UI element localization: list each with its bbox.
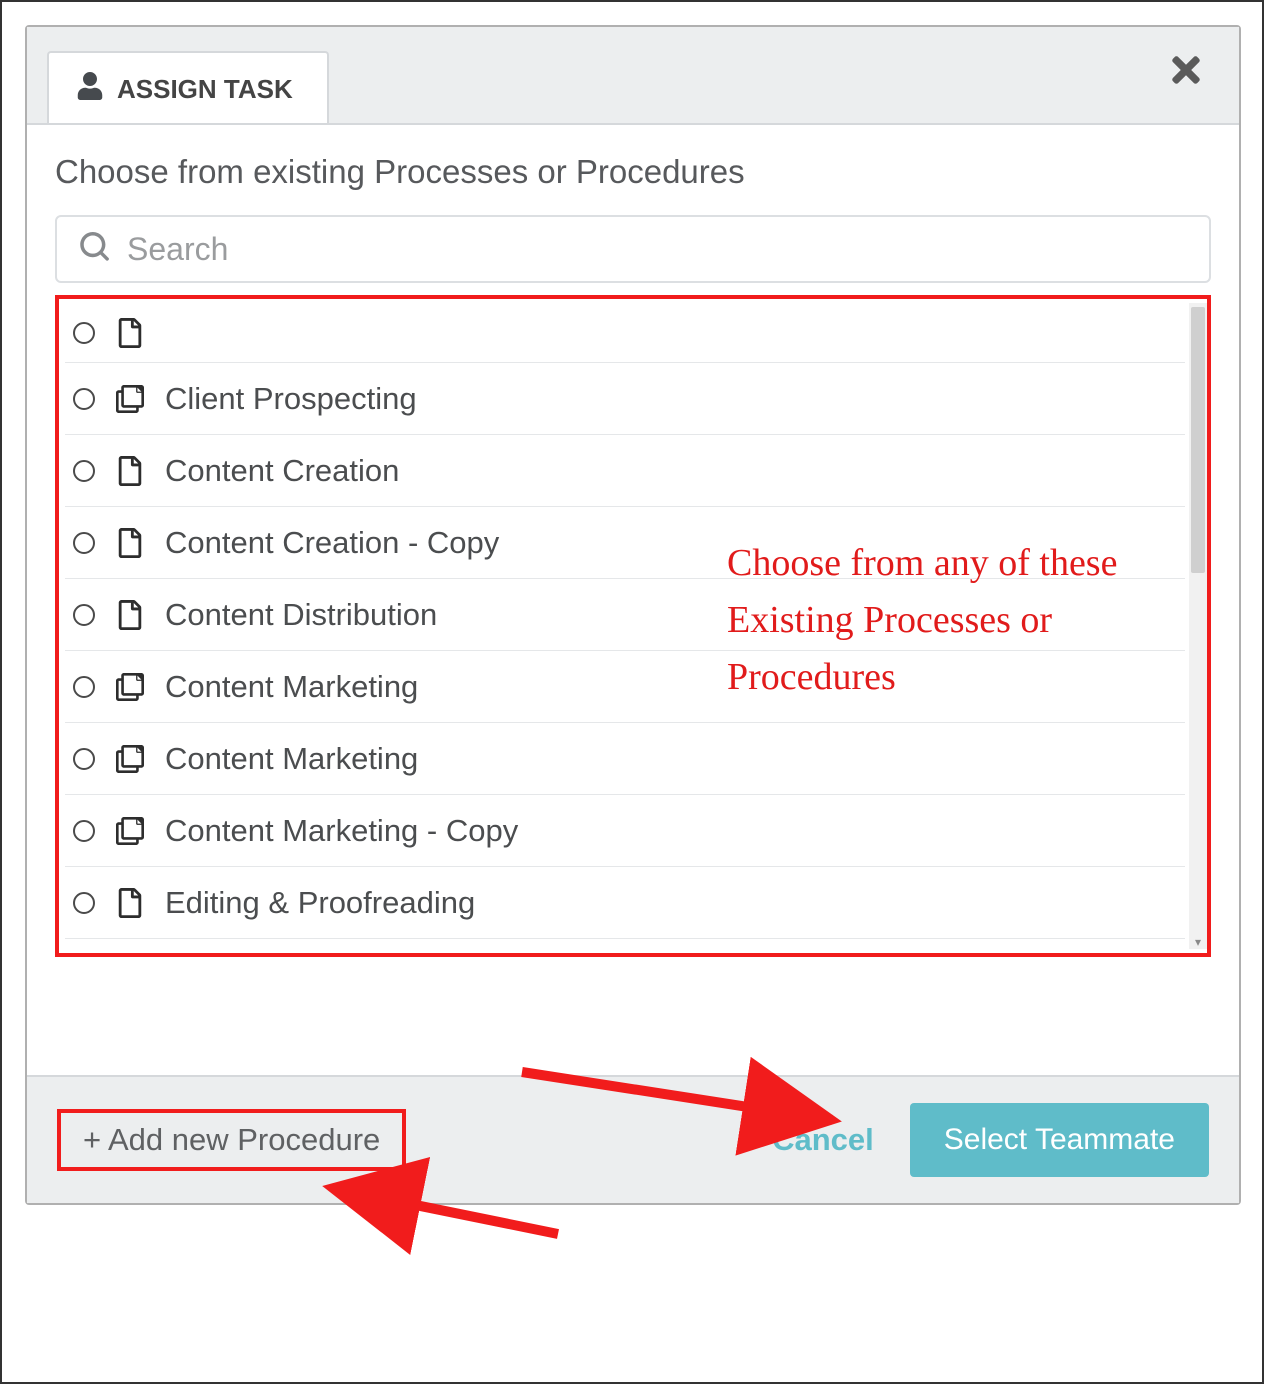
list-item[interactable]: Content Distribution bbox=[65, 579, 1185, 651]
documents-stack-icon bbox=[115, 815, 145, 847]
documents-stack-icon bbox=[115, 671, 145, 703]
list-item[interactable] bbox=[65, 303, 1185, 363]
documents-stack-icon bbox=[115, 743, 145, 775]
cancel-x-icon bbox=[742, 1122, 764, 1158]
list-item[interactable]: Content Creation - Copy bbox=[65, 507, 1185, 579]
cancel-label: Cancel bbox=[772, 1122, 874, 1158]
search-input[interactable] bbox=[127, 231, 1187, 268]
list-item[interactable]: Client Prospecting bbox=[65, 363, 1185, 435]
list-item[interactable]: Content Marketing bbox=[65, 723, 1185, 795]
list-item-label: Editing & Proofreading bbox=[165, 885, 475, 921]
modal-body: Choose from existing Processes or Proced… bbox=[27, 123, 1239, 1075]
radio-button[interactable] bbox=[73, 532, 95, 554]
list-item-label: Content Distribution bbox=[165, 597, 437, 633]
list-item[interactable]: Content Creation bbox=[65, 435, 1185, 507]
process-list-scroll[interactable]: Client Prospecting Content Creation Conten… bbox=[65, 303, 1207, 949]
list-item-label: Content Marketing - Copy bbox=[165, 813, 518, 849]
person-icon bbox=[77, 72, 103, 107]
radio-button[interactable] bbox=[73, 604, 95, 626]
close-button[interactable] bbox=[1161, 47, 1211, 97]
search-field[interactable] bbox=[55, 215, 1211, 283]
document-icon bbox=[115, 456, 145, 486]
document-icon bbox=[115, 600, 145, 630]
document-icon bbox=[115, 318, 145, 348]
select-teammate-button[interactable]: Select Teammate bbox=[910, 1103, 1209, 1177]
list-item[interactable]: Editing & Proofreading bbox=[65, 867, 1185, 939]
add-new-procedure-button[interactable]: + Add new Procedure bbox=[57, 1109, 406, 1171]
assign-task-modal: ASSIGN TASK Choose from existing Process… bbox=[25, 25, 1241, 1205]
scroll-down-icon[interactable]: ▾ bbox=[1189, 933, 1207, 949]
scrollbar[interactable]: ▴ ▾ bbox=[1189, 303, 1207, 949]
list-item-label: Client Prospecting bbox=[165, 381, 417, 417]
document-icon bbox=[115, 528, 145, 558]
search-icon bbox=[79, 232, 109, 267]
modal-header: ASSIGN TASK bbox=[27, 27, 1239, 123]
list-item[interactable]: Content Marketing - Copy bbox=[65, 795, 1185, 867]
radio-button[interactable] bbox=[73, 322, 95, 344]
list-item[interactable]: Content Marketing bbox=[65, 651, 1185, 723]
tab-label: ASSIGN TASK bbox=[117, 74, 293, 105]
document-icon bbox=[115, 888, 145, 918]
add-new-procedure-label: + Add new Procedure bbox=[83, 1122, 380, 1158]
list-item-label: Content Creation bbox=[165, 453, 399, 489]
radio-button[interactable] bbox=[73, 820, 95, 842]
list-item-label: Content Marketing bbox=[165, 669, 418, 705]
radio-button[interactable] bbox=[73, 388, 95, 410]
list-item-label: Content Creation - Copy bbox=[165, 525, 499, 561]
process-list-highlight: Client Prospecting Content Creation Conten… bbox=[55, 295, 1211, 957]
documents-stack-icon bbox=[115, 383, 145, 415]
tab-assign-task[interactable]: ASSIGN TASK bbox=[47, 51, 329, 125]
close-icon bbox=[1166, 50, 1206, 95]
process-list: Client Prospecting Content Creation Conten… bbox=[65, 303, 1185, 939]
radio-button[interactable] bbox=[73, 676, 95, 698]
cancel-button[interactable]: Cancel bbox=[716, 1122, 900, 1158]
radio-button[interactable] bbox=[73, 460, 95, 482]
prompt-text: Choose from existing Processes or Proced… bbox=[55, 153, 1211, 191]
radio-button[interactable] bbox=[73, 748, 95, 770]
scrollbar-thumb[interactable] bbox=[1191, 307, 1205, 573]
select-teammate-label: Select Teammate bbox=[944, 1123, 1175, 1156]
radio-button[interactable] bbox=[73, 892, 95, 914]
list-item-label: Content Marketing bbox=[165, 741, 418, 777]
modal-footer: + Add new Procedure Cancel Select Teamma… bbox=[27, 1075, 1239, 1203]
